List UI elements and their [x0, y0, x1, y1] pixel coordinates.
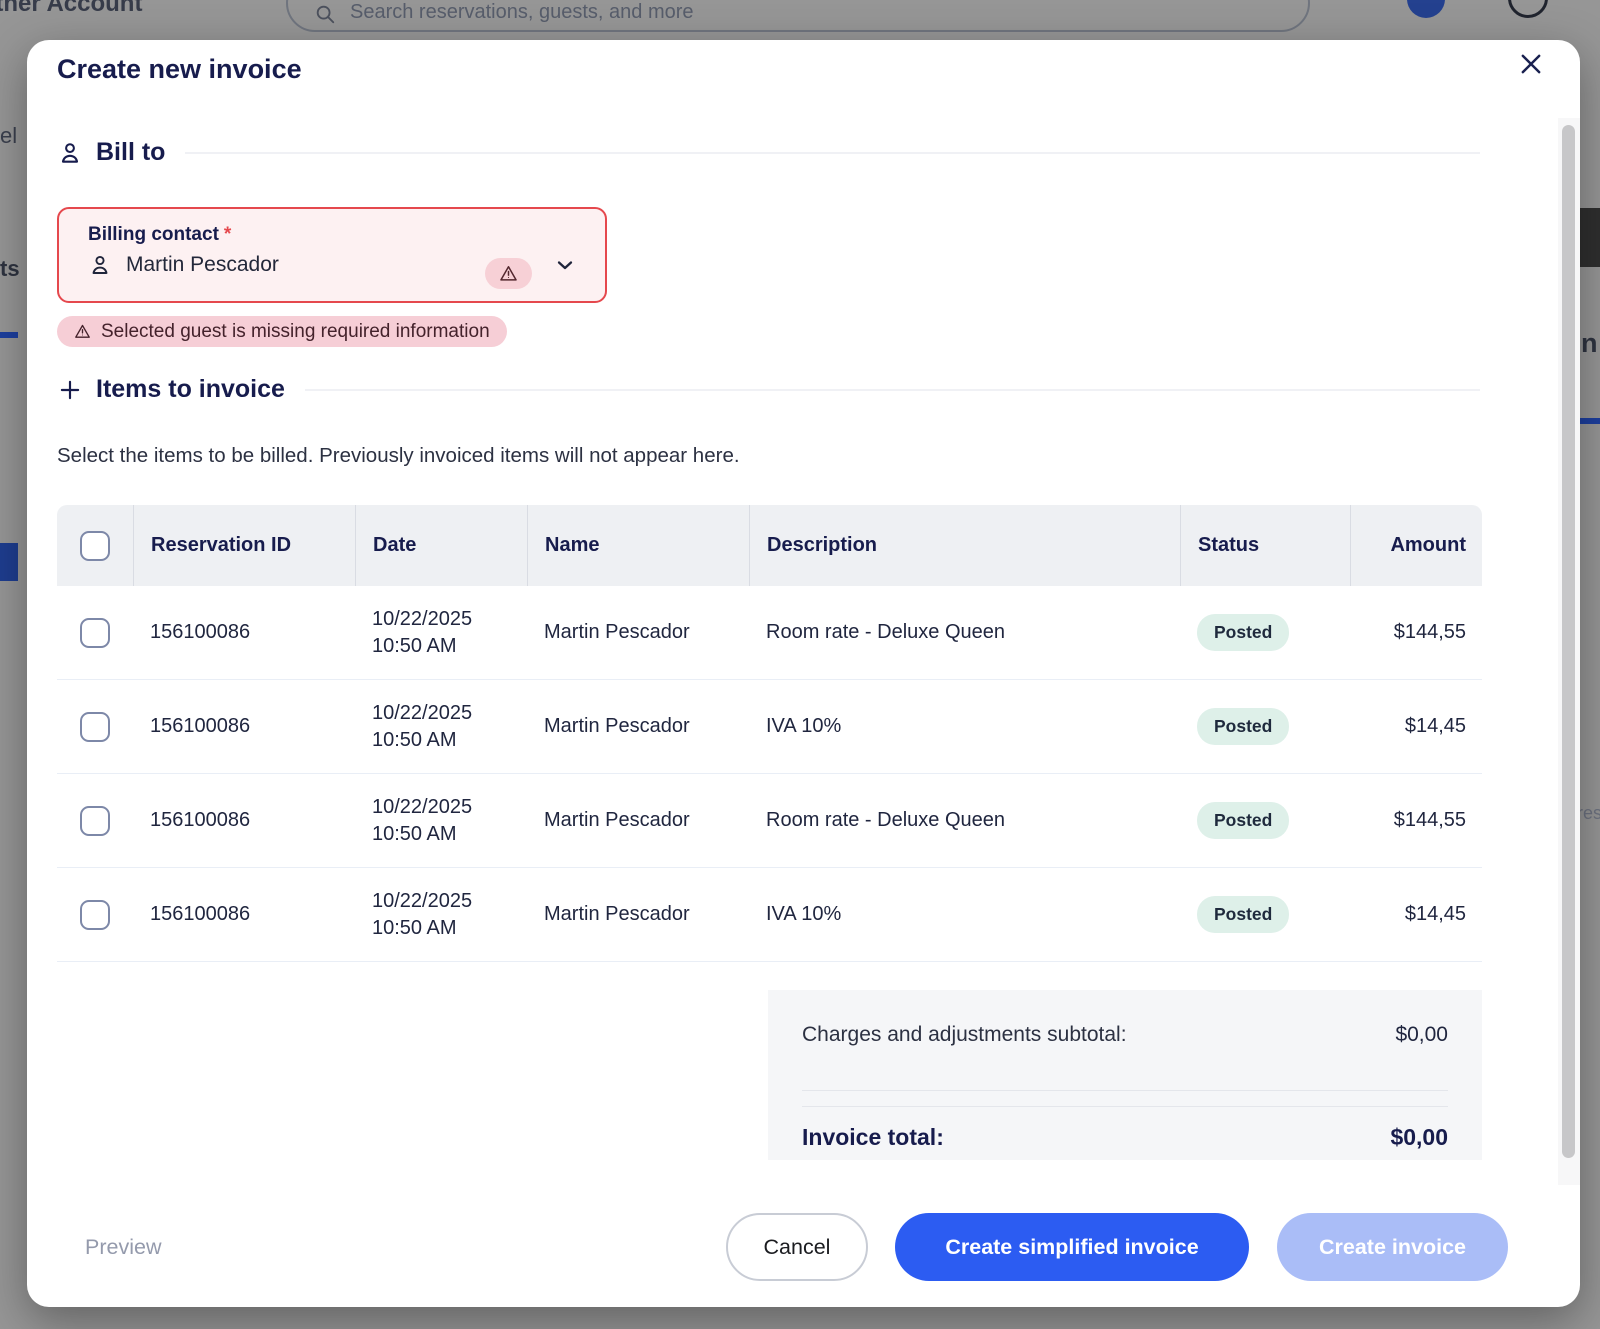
- modal-title: Create new invoice: [57, 54, 302, 85]
- bg-text-fragment: res: [1577, 803, 1600, 824]
- column-header-description: Description: [749, 505, 1180, 586]
- billing-contact-value: Martin Pescador: [126, 253, 279, 277]
- column-header-date: Date: [355, 505, 527, 586]
- row-checkbox[interactable]: [80, 806, 110, 836]
- description-cell: Room rate - Deluxe Queen: [749, 621, 1180, 644]
- section-divider: [185, 152, 1480, 154]
- help-icon[interactable]: [1407, 0, 1445, 18]
- table-row: 156100086 10/22/202510:50 AM Martin Pesc…: [57, 774, 1482, 868]
- avatar-icon[interactable]: [1508, 0, 1548, 18]
- guest-missing-info-warning: Selected guest is missing required infor…: [57, 316, 507, 347]
- table-row: 156100086 10/22/202510:50 AM Martin Pesc…: [57, 586, 1482, 680]
- totals-divider: [802, 1106, 1448, 1107]
- bg-text-fragment: ts: [0, 256, 20, 282]
- name-cell: Martin Pescador: [527, 621, 749, 644]
- status-cell: Posted: [1180, 802, 1350, 839]
- amount-cell: $144,55: [1350, 621, 1482, 644]
- search-input[interactable]: Search reservations, guests, and more: [286, 0, 1310, 32]
- reservation-id-cell: 156100086: [133, 621, 355, 644]
- warning-triangle-icon: [74, 323, 91, 340]
- subtotal-value: $0,00: [1395, 1023, 1448, 1047]
- bg-tab-underline: [0, 332, 18, 338]
- status-badge: Posted: [1197, 614, 1289, 651]
- amount-cell: $144,55: [1350, 809, 1482, 832]
- status-badge: Posted: [1197, 708, 1289, 745]
- field-warning-pill: [485, 258, 532, 289]
- totals-divider: [802, 1090, 1448, 1091]
- status-cell: Posted: [1180, 896, 1350, 933]
- row-checkbox[interactable]: [80, 712, 110, 742]
- amount-cell: $14,45: [1350, 715, 1482, 738]
- bill-to-heading: Bill to: [96, 138, 165, 167]
- items-instructions: Select the items to be billed. Previousl…: [57, 444, 740, 468]
- description-cell: Room rate - Deluxe Queen: [749, 809, 1180, 832]
- totals-panel: Charges and adjustments subtotal: $0,00 …: [768, 990, 1482, 1160]
- invoice-total-label: Invoice total:: [802, 1124, 944, 1151]
- person-icon: [88, 253, 112, 277]
- date-cell: 10/22/202510:50 AM: [355, 606, 527, 660]
- items-section-header: Items to invoice: [57, 375, 1480, 404]
- search-icon: [314, 3, 336, 25]
- billing-contact-label: Billing contact*: [88, 224, 585, 246]
- table-row: 156100086 10/22/202510:50 AM Martin Pesc…: [57, 868, 1482, 962]
- date-cell: 10/22/202510:50 AM: [355, 888, 527, 942]
- create-invoice-modal: Create new invoice Bill to Billing conta…: [27, 40, 1580, 1307]
- person-icon: [57, 140, 83, 166]
- scrollbar-thumb[interactable]: [1562, 125, 1575, 1158]
- row-checkbox[interactable]: [80, 900, 110, 930]
- create-invoice-button[interactable]: Create invoice: [1277, 1213, 1508, 1281]
- preview-button[interactable]: Preview: [85, 1235, 161, 1260]
- billing-contact-select[interactable]: Billing contact* Martin Pescador: [57, 207, 607, 303]
- name-cell: Martin Pescador: [527, 903, 749, 926]
- table-body: 156100086 10/22/202510:50 AM Martin Pesc…: [57, 586, 1482, 962]
- name-cell: Martin Pescador: [527, 715, 749, 738]
- column-header-status: Status: [1180, 505, 1350, 586]
- bill-to-section-header: Bill to: [57, 138, 1480, 167]
- invoice-total-value: $0,00: [1390, 1124, 1448, 1151]
- items-heading: Items to invoice: [96, 375, 285, 404]
- cancel-button[interactable]: Cancel: [726, 1213, 868, 1281]
- bg-text-fragment: el: [0, 123, 17, 149]
- plus-icon: [57, 377, 83, 403]
- close-icon[interactable]: [1517, 50, 1545, 78]
- required-asterisk: *: [224, 224, 231, 245]
- bg-tab-underline: [1580, 418, 1600, 424]
- reservation-id-cell: 156100086: [133, 809, 355, 832]
- description-cell: IVA 10%: [749, 715, 1180, 738]
- date-cell: 10/22/202510:50 AM: [355, 794, 527, 848]
- bg-heading-fragment: n: [1581, 328, 1598, 359]
- column-header-amount: Amount: [1350, 505, 1482, 586]
- bg-selected-item: [0, 543, 18, 581]
- table-row: 156100086 10/22/202510:50 AM Martin Pesc…: [57, 680, 1482, 774]
- table-header-row: Reservation ID Date Name Description Sta…: [57, 505, 1482, 586]
- search-placeholder: Search reservations, guests, and more: [350, 1, 694, 25]
- warning-triangle-icon: [499, 264, 518, 283]
- chevron-down-icon[interactable]: [553, 253, 577, 277]
- status-badge: Posted: [1197, 896, 1289, 933]
- invoice-items-table: Reservation ID Date Name Description Sta…: [57, 505, 1482, 962]
- status-cell: Posted: [1180, 708, 1350, 745]
- select-all-checkbox[interactable]: [80, 531, 110, 561]
- column-header-name: Name: [527, 505, 749, 586]
- amount-cell: $14,45: [1350, 903, 1482, 926]
- create-simplified-invoice-button[interactable]: Create simplified invoice: [895, 1213, 1249, 1281]
- status-cell: Posted: [1180, 614, 1350, 651]
- name-cell: Martin Pescador: [527, 809, 749, 832]
- partner-account-label: rtner Account: [0, 0, 142, 18]
- description-cell: IVA 10%: [749, 903, 1180, 926]
- date-cell: 10/22/202510:50 AM: [355, 700, 527, 754]
- warning-text: Selected guest is missing required infor…: [101, 321, 490, 343]
- section-divider: [305, 389, 1480, 391]
- row-checkbox[interactable]: [80, 618, 110, 648]
- subtotal-label: Charges and adjustments subtotal:: [802, 1023, 1127, 1047]
- status-badge: Posted: [1197, 802, 1289, 839]
- reservation-id-cell: 156100086: [133, 903, 355, 926]
- reservation-id-cell: 156100086: [133, 715, 355, 738]
- column-header-reservation-id: Reservation ID: [133, 505, 355, 586]
- screen: rtner Account Search reservations, guest…: [0, 0, 1600, 1329]
